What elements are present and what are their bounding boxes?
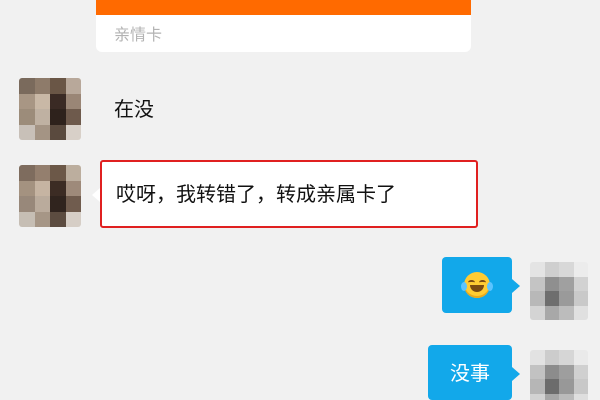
my-avatar[interactable] — [530, 262, 588, 320]
card-banner — [96, 0, 471, 15]
laughing-crying-emoji-icon — [461, 272, 493, 298]
avatar[interactable] — [19, 165, 81, 227]
avatar[interactable] — [19, 78, 81, 140]
chat-screen: 亲情卡 在没 哎呀，我转错了，转成亲属卡了 没事 — [0, 0, 600, 400]
message-bubble-highlighted[interactable]: 哎呀，我转错了，转成亲属卡了 — [92, 160, 478, 228]
message-bubble[interactable]: 在没 — [96, 82, 172, 136]
message-text: 哎呀，我转错了，转成亲属卡了 — [116, 182, 396, 206]
my-avatar[interactable] — [530, 350, 588, 400]
outgoing-message-bubble[interactable]: 没事 — [428, 345, 520, 400]
message-text: 在没 — [114, 97, 154, 121]
card-label: 亲情卡 — [114, 25, 163, 44]
message-text: 没事 — [450, 360, 490, 385]
outgoing-message-bubble[interactable] — [442, 257, 520, 313]
family-card-message[interactable]: 亲情卡 — [96, 0, 471, 52]
